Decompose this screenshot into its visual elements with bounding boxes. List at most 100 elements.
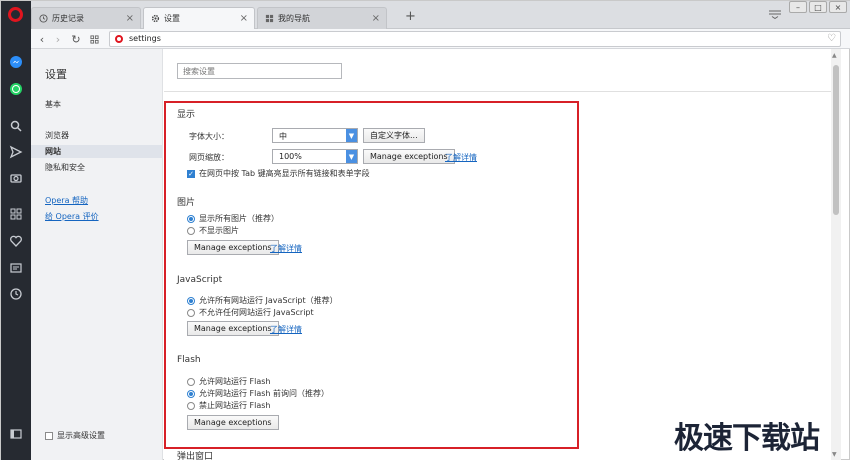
flash-section-title: Flash <box>177 355 201 365</box>
zoom-learn-more-link[interactable]: 了解详情 <box>445 152 477 163</box>
option-label: 不允许任何网站运行 JavaScript <box>199 308 314 317</box>
scroll-thumb[interactable] <box>833 65 839 215</box>
close-icon[interactable]: × <box>126 13 134 24</box>
menu-icon[interactable] <box>769 9 781 21</box>
bookmark-heart-icon[interactable]: ♡ <box>827 33 836 44</box>
opera-logo-icon[interactable] <box>8 7 23 22</box>
tab-history[interactable]: 历史记录 × <box>31 7 141 29</box>
javascript-option-block[interactable]: 不允许任何网站运行 JavaScript <box>187 307 314 318</box>
news-icon[interactable] <box>8 260 24 276</box>
javascript-section-title: JavaScript <box>177 275 223 285</box>
search-icon[interactable] <box>8 118 24 134</box>
flash-option-allow[interactable]: 允许网站运行 Flash <box>187 376 271 387</box>
back-icon[interactable]: ‹ <box>35 32 49 46</box>
gear-icon <box>150 14 160 24</box>
font-size-value: 中 <box>279 132 287 141</box>
images-option-hide[interactable]: 不显示图片 <box>187 225 239 236</box>
tab-settings[interactable]: 设置 × <box>143 7 255 29</box>
radio-unselected[interactable] <box>187 377 195 386</box>
scrollbar[interactable]: ▲ ▼ <box>831 49 841 460</box>
url-text: settings <box>129 34 161 43</box>
images-section-title: 图片 <box>177 198 196 208</box>
images-option-show[interactable]: 显示所有图片（推荐） <box>187 213 279 224</box>
close-icon[interactable]: × <box>240 13 248 24</box>
opera-sidebar <box>1 1 31 460</box>
watermark: 极速下载站 <box>674 421 820 456</box>
scroll-up-icon[interactable]: ▲ <box>832 52 837 59</box>
radio-unselected[interactable] <box>187 226 195 235</box>
popups-section-title: 弹出窗口 <box>177 452 214 460</box>
chevron-down-icon: ▼ <box>346 150 357 163</box>
messenger-icon[interactable] <box>8 54 24 70</box>
javascript-manage-exceptions-button[interactable]: Manage exceptions <box>187 321 279 336</box>
radio-unselected[interactable] <box>187 401 195 410</box>
radio-selected[interactable] <box>187 296 195 305</box>
custom-font-button[interactable]: 自定义字体... <box>363 128 425 143</box>
close-icon[interactable]: × <box>372 13 380 24</box>
opera-page-icon <box>115 35 123 43</box>
javascript-learn-more-link[interactable]: 了解详情 <box>270 324 302 335</box>
sidebar-item-browser[interactable]: 浏览器 <box>31 129 163 142</box>
forward-icon[interactable]: › <box>51 32 65 46</box>
send-icon[interactable] <box>8 144 24 160</box>
advanced-checkbox[interactable] <box>45 431 53 440</box>
clock-icon <box>38 14 48 24</box>
sidebar-item-privacy[interactable]: 隐私和安全 <box>31 161 163 174</box>
show-advanced-settings[interactable]: 显示高级设置 <box>45 430 105 441</box>
font-size-select[interactable]: 中 ▼ <box>272 128 358 143</box>
option-label: 允许网站运行 Flash <box>199 377 271 386</box>
images-manage-exceptions-button[interactable]: Manage exceptions <box>187 240 279 255</box>
scroll-down-icon[interactable]: ▼ <box>832 451 837 458</box>
zoom-select[interactable]: 100% ▼ <box>272 149 358 164</box>
heart-icon[interactable] <box>8 233 24 249</box>
minimize-button[interactable]: – <box>789 1 807 13</box>
option-label: 显示所有图片（推荐） <box>199 214 279 223</box>
flash-manage-exceptions-button[interactable]: Manage exceptions <box>187 415 279 430</box>
sidebar-toggle-icon[interactable] <box>8 426 24 442</box>
new-tab-button[interactable]: + <box>405 9 416 24</box>
settings-title: 设置 <box>45 68 67 81</box>
camera-icon[interactable] <box>8 170 24 186</box>
settings-nav: 设置 基本 浏览器 网站 隐私和安全 Opera 帮助 给 Opera 评价 显… <box>31 49 163 460</box>
flash-option-ask[interactable]: 允许网站运行 Flash 前询问（推荐） <box>187 388 329 399</box>
tab-label: 我的导航 <box>278 14 310 23</box>
chevron-down-icon: ▼ <box>346 129 357 142</box>
zoom-manage-exceptions-button[interactable]: Manage exceptions <box>363 149 455 164</box>
tab-highlight-option[interactable]: ✓ 在网页中按 Tab 键高亮显示所有链接和表单字段 <box>187 168 370 179</box>
javascript-option-allow[interactable]: 允许所有网站运行 JavaScript（推荐） <box>187 295 338 306</box>
rate-opera-link[interactable]: 给 Opera 评价 <box>45 211 99 222</box>
advanced-label: 显示高级设置 <box>57 431 105 440</box>
checkbox-checked[interactable]: ✓ <box>187 169 195 178</box>
sidebar-item-basic[interactable]: 基本 <box>31 98 163 111</box>
close-window-button[interactable]: × <box>829 1 847 13</box>
tab-my-navigation[interactable]: 我的导航 × <box>257 7 387 29</box>
zoom-value: 100% <box>279 152 302 161</box>
divider <box>164 91 834 92</box>
zoom-label: 网页缩放： <box>189 153 229 162</box>
opera-help-link[interactable]: Opera 帮助 <box>45 195 88 206</box>
radio-selected[interactable] <box>187 214 195 223</box>
browser-window: 历史记录 × 设置 × 我的导航 × + – □ × ‹ › ↻ setting… <box>0 0 850 460</box>
flash-option-block[interactable]: 禁止网站运行 Flash <box>187 400 271 411</box>
images-learn-more-link[interactable]: 了解详情 <box>270 243 302 254</box>
history-icon[interactable] <box>8 286 24 302</box>
tab-strip: 历史记录 × 设置 × 我的导航 × + – □ × <box>31 1 850 29</box>
display-section-title: 显示 <box>177 110 196 120</box>
option-label: 允许网站运行 Flash 前询问（推荐） <box>199 389 330 398</box>
speed-dial-icon[interactable] <box>8 206 24 222</box>
option-label: 禁止网站运行 Flash <box>199 401 271 410</box>
option-label: 允许所有网站运行 JavaScript（推荐） <box>199 296 338 305</box>
address-bar: ‹ › ↻ settings ♡ <box>31 29 850 49</box>
radio-selected[interactable] <box>187 389 195 398</box>
sidebar-item-websites[interactable]: 网站 <box>31 145 163 158</box>
tab-label: 历史记录 <box>52 14 84 23</box>
search-input[interactable] <box>177 63 342 79</box>
tabs-grid-icon[interactable] <box>87 32 101 46</box>
tab-label: 设置 <box>164 14 180 23</box>
radio-unselected[interactable] <box>187 308 195 317</box>
whatsapp-icon[interactable] <box>8 81 24 97</box>
url-input[interactable]: settings ♡ <box>109 31 841 47</box>
maximize-button[interactable]: □ <box>809 1 827 13</box>
reload-icon[interactable]: ↻ <box>69 32 83 46</box>
font-size-label: 字体大小： <box>189 132 229 141</box>
